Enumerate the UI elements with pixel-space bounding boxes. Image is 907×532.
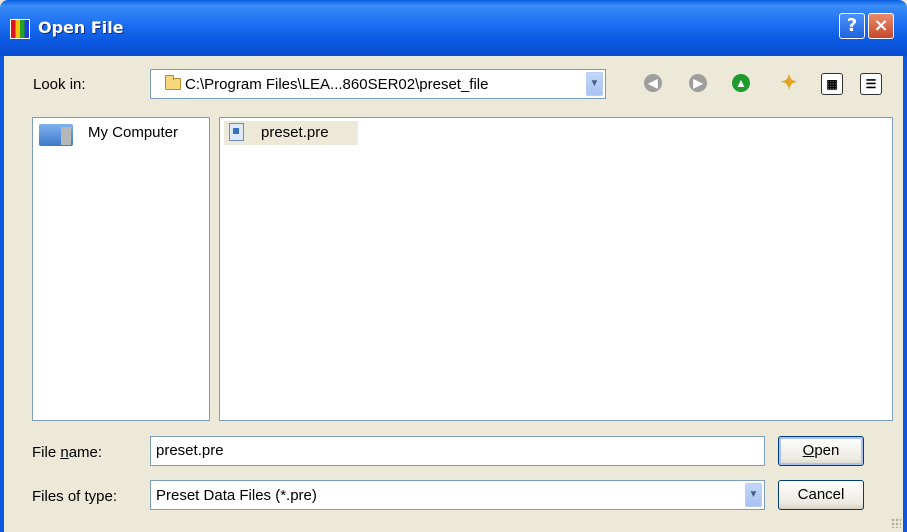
look-in-dropdown[interactable]: C:\Program Files\LEA...860SER02\preset_f… (150, 69, 606, 99)
up-folder-icon[interactable]: ▲ (732, 74, 750, 92)
preset-file-icon (229, 123, 244, 141)
chevron-down-icon[interactable]: ▼ (586, 72, 603, 96)
window-frame-right (903, 56, 907, 532)
file-list[interactable]: preset.pre (219, 117, 893, 421)
list-view-icon[interactable]: ▦ (821, 73, 843, 95)
open-file-dialog: Open File ? × Look in: C:\Program Files\… (0, 0, 907, 532)
forward-arrow-icon[interactable]: ▶ (689, 74, 707, 92)
back-arrow-icon[interactable]: ◀ (644, 74, 662, 92)
details-view-icon[interactable]: ☰ (860, 73, 882, 95)
open-button[interactable]: Open (778, 436, 864, 466)
look-in-label: Look in: (33, 76, 86, 93)
places-bar: My Computer (32, 117, 210, 421)
file-name-label: File name: (32, 444, 103, 461)
list-item[interactable]: preset.pre (224, 121, 358, 145)
computer-icon (39, 124, 73, 146)
window-frame-left (0, 56, 4, 532)
close-button[interactable]: × (868, 13, 894, 39)
file-type-value: Preset Data Files (*.pre) (156, 487, 317, 504)
look-in-path: C:\Program Files\LEA...860SER02\preset_f… (185, 76, 489, 93)
file-type-label: Files of type: (32, 488, 118, 505)
app-icon (10, 19, 30, 39)
resize-grip[interactable] (891, 518, 901, 528)
file-type-dropdown[interactable]: Preset Data Files (*.pre) ▼ (150, 480, 765, 510)
file-name-value: preset.pre (156, 442, 224, 459)
folder-icon (165, 75, 181, 90)
chevron-down-icon[interactable]: ▼ (745, 483, 762, 507)
new-folder-icon[interactable]: ✦ (778, 72, 800, 94)
help-button[interactable]: ? (839, 13, 865, 39)
file-name-text: preset.pre (261, 124, 329, 141)
places-item-label: My Computer (88, 124, 179, 141)
title-bar[interactable]: Open File ? × (0, 0, 907, 56)
window-title: Open File (38, 18, 124, 37)
cancel-button[interactable]: Cancel (778, 480, 864, 510)
file-name-field[interactable]: preset.pre (150, 436, 765, 466)
